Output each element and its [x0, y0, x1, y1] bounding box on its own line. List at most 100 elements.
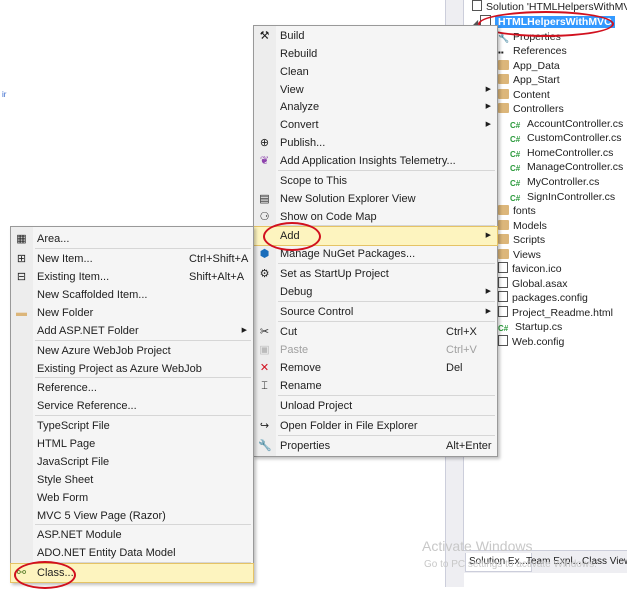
add-menu-item-label: Service Reference...	[37, 400, 137, 412]
project-menu-item-label: Add Application Insights Telemetry...	[280, 155, 456, 167]
folder-icon	[498, 234, 509, 244]
tree-item-views[interactable]: Views	[498, 248, 541, 262]
project-menu-item-source-control[interactable]: Source Control ▶	[254, 303, 497, 321]
publish-icon: ⊕	[259, 137, 270, 149]
tree-item-label: Project_Readme.html	[512, 307, 613, 319]
project-menu-item-convert[interactable]: Convert ▶	[254, 116, 497, 134]
project-menu-item-label: Debug	[280, 286, 313, 298]
project-menu-item-build[interactable]: ⚒ Build	[254, 27, 497, 45]
file-icon	[498, 277, 508, 288]
tree-item-label: CustomController.cs	[527, 132, 622, 144]
add-menu-item-mvc-5-view-page-razor[interactable]: MVC 5 View Page (Razor)	[11, 507, 253, 525]
file-icon	[498, 262, 508, 273]
tree-item-accountcontroller-cs[interactable]: C# AccountController.cs	[510, 117, 623, 131]
tree-item-homecontroller-cs[interactable]: C# HomeController.cs	[510, 146, 613, 160]
project-menu-item-open-folder-in-file-explorer[interactable]: ↪ Open Folder in File Explorer	[254, 417, 497, 435]
project-menu-item-label: Scope to This	[280, 175, 348, 187]
menu-separator	[278, 301, 495, 302]
tree-item-content[interactable]: Content	[498, 88, 550, 102]
add-menu-item-add-asp-net-folder[interactable]: Add ASP.NET Folder ▶	[11, 322, 253, 340]
scissors-icon: ✂	[259, 326, 270, 338]
tree-item-controllers[interactable]: Controllers	[498, 102, 564, 116]
tree-item-signincontroller-cs[interactable]: C# SignInController.cs	[510, 190, 615, 204]
add-menu-item-new-item[interactable]: ⊞ New Item... Ctrl+Shift+A	[11, 250, 253, 268]
project-menu-item-properties[interactable]: 🔧 Properties Alt+Enter	[254, 437, 497, 455]
add-menu-item-new-azure-webjob-project[interactable]: New Azure WebJob Project	[11, 342, 253, 360]
tree-item-global-asax[interactable]: Global.asax	[498, 277, 567, 291]
project-menu-item-label: Cut	[280, 326, 298, 338]
project-menu-item-label: New Solution Explorer View	[280, 193, 416, 205]
project-menu-item-label: Source Control	[280, 306, 354, 318]
project-menu-item-remove[interactable]: ✕ Remove Del	[254, 359, 497, 377]
add-menu-item-asp-net-module[interactable]: ASP.NET Module	[11, 526, 253, 544]
project-menu-item-new-solution-explorer-view[interactable]: ▤ New Solution Explorer View	[254, 190, 497, 208]
file-icon	[498, 306, 508, 317]
tree-item-favicon-ico[interactable]: favicon.ico	[498, 262, 562, 276]
tree-item-mycontroller-cs[interactable]: C# MyController.cs	[510, 175, 599, 189]
project-menu-item-set-as-startup-project[interactable]: ⚙ Set as StartUp Project	[254, 265, 497, 283]
project-menu-item-label: Build	[280, 30, 305, 42]
add-menu-item-label: JavaScript File	[37, 456, 110, 468]
add-menu-item-typescript-file[interactable]: TypeScript File	[11, 417, 253, 435]
add-menu-item-html-page[interactable]: HTML Page	[11, 435, 253, 453]
tree-item-label: fonts	[513, 205, 536, 217]
project-menu-item-rebuild[interactable]: Rebuild	[254, 45, 497, 63]
tree-item-label: App_Data	[513, 60, 560, 72]
tree-item-app-data[interactable]: App_Data	[498, 59, 560, 73]
project-menu-item-analyze[interactable]: Analyze ▶	[254, 98, 497, 116]
submenu-arrow-icon: ▶	[241, 327, 247, 334]
menu-separator	[35, 415, 251, 416]
tree-item-references[interactable]: ▪▪ References	[498, 44, 567, 58]
folder-icon	[498, 220, 509, 230]
project-menu-item-label: Paste	[280, 344, 309, 356]
add-menu-item-javascript-file[interactable]: JavaScript File	[11, 453, 253, 471]
tree-item-startup-cs[interactable]: C# Startup.cs	[498, 320, 562, 334]
tree-item-project-readme-html[interactable]: Project_Readme.html	[498, 306, 613, 320]
annotation-oval-class	[14, 561, 76, 589]
tree-item-models[interactable]: Models	[498, 219, 547, 233]
tree-item-label: favicon.ico	[512, 263, 562, 275]
add-menu-item-new-folder[interactable]: ▬ New Folder	[11, 304, 253, 322]
submenu-arrow-icon: ▶	[485, 103, 491, 110]
add-menu-item-existing-item[interactable]: ⊟ Existing Item... Shift+Alt+A	[11, 268, 253, 286]
project-menu-item-shortcut: Del	[446, 362, 463, 374]
add-menu-item-style-sheet[interactable]: Style Sheet	[11, 471, 253, 489]
add-menu-item-ado-net-entity-data-model[interactable]: ADO.NET Entity Data Model	[11, 544, 253, 562]
project-menu-item-label: Publish...	[280, 137, 326, 149]
add-menu-item-label: Add ASP.NET Folder	[37, 325, 139, 337]
tree-item-app-start[interactable]: App_Start	[498, 73, 560, 87]
project-menu-item-debug[interactable]: Debug ▶	[254, 283, 497, 301]
tree-item-label: packages.config	[512, 292, 588, 304]
project-menu-item-view[interactable]: View ▶	[254, 81, 497, 99]
submenu-arrow-icon: ▶	[485, 121, 491, 128]
add-menu-item-label: HTML Page	[37, 438, 96, 450]
project-menu-item-rename[interactable]: ⌶ Rename	[254, 377, 497, 395]
project-menu-item-unload-project[interactable]: Unload Project	[254, 397, 497, 415]
project-menu-item-label: Analyze	[280, 101, 320, 113]
menu-separator	[35, 524, 251, 525]
project-menu-item-scope-to-this[interactable]: Scope to This	[254, 172, 497, 190]
project-menu-item-cut[interactable]: ✂ Cut Ctrl+X	[254, 323, 497, 341]
add-menu-item-reference[interactable]: Reference...	[11, 379, 253, 397]
area-icon: ▦	[16, 233, 27, 245]
add-menu-item-existing-project-as-azure-webjob[interactable]: Existing Project as Azure WebJob	[11, 360, 253, 378]
tree-item-scripts[interactable]: Scripts	[498, 233, 545, 247]
activate-windows-watermark: Activate Windows Go to PC settings to ac…	[392, 538, 597, 573]
solution-icon	[472, 0, 482, 11]
project-menu-item-add-application-insights-telemetry[interactable]: ❦ Add Application Insights Telemetry...	[254, 152, 497, 170]
add-menu-item-area[interactable]: ▦ Area...	[11, 230, 253, 248]
add-menu-item-new-scaffolded-item[interactable]: New Scaffolded Item...	[11, 286, 253, 304]
project-menu-item-label: Properties	[280, 440, 331, 452]
tree-item-web-config[interactable]: Web.config	[498, 335, 564, 349]
add-menu-item-service-reference[interactable]: Service Reference...	[11, 397, 253, 415]
project-menu-item-clean[interactable]: Clean	[254, 63, 497, 81]
tree-item-label: MyController.cs	[527, 176, 600, 188]
tree-item-packages-config[interactable]: packages.config	[498, 291, 588, 305]
add-menu-item-web-form[interactable]: Web Form	[11, 489, 253, 507]
tree-item-customcontroller-cs[interactable]: C# CustomController.cs	[510, 131, 622, 145]
project-menu-item-publish[interactable]: ⊕ Publish...	[254, 134, 497, 152]
tree-item-fonts[interactable]: fonts	[498, 204, 536, 218]
tree-item-managecontroller-cs[interactable]: C# ManageController.cs	[510, 160, 623, 174]
add-menu-item-label: ASP.NET Module	[37, 529, 122, 541]
submenu-arrow-icon: ▶	[485, 86, 491, 93]
